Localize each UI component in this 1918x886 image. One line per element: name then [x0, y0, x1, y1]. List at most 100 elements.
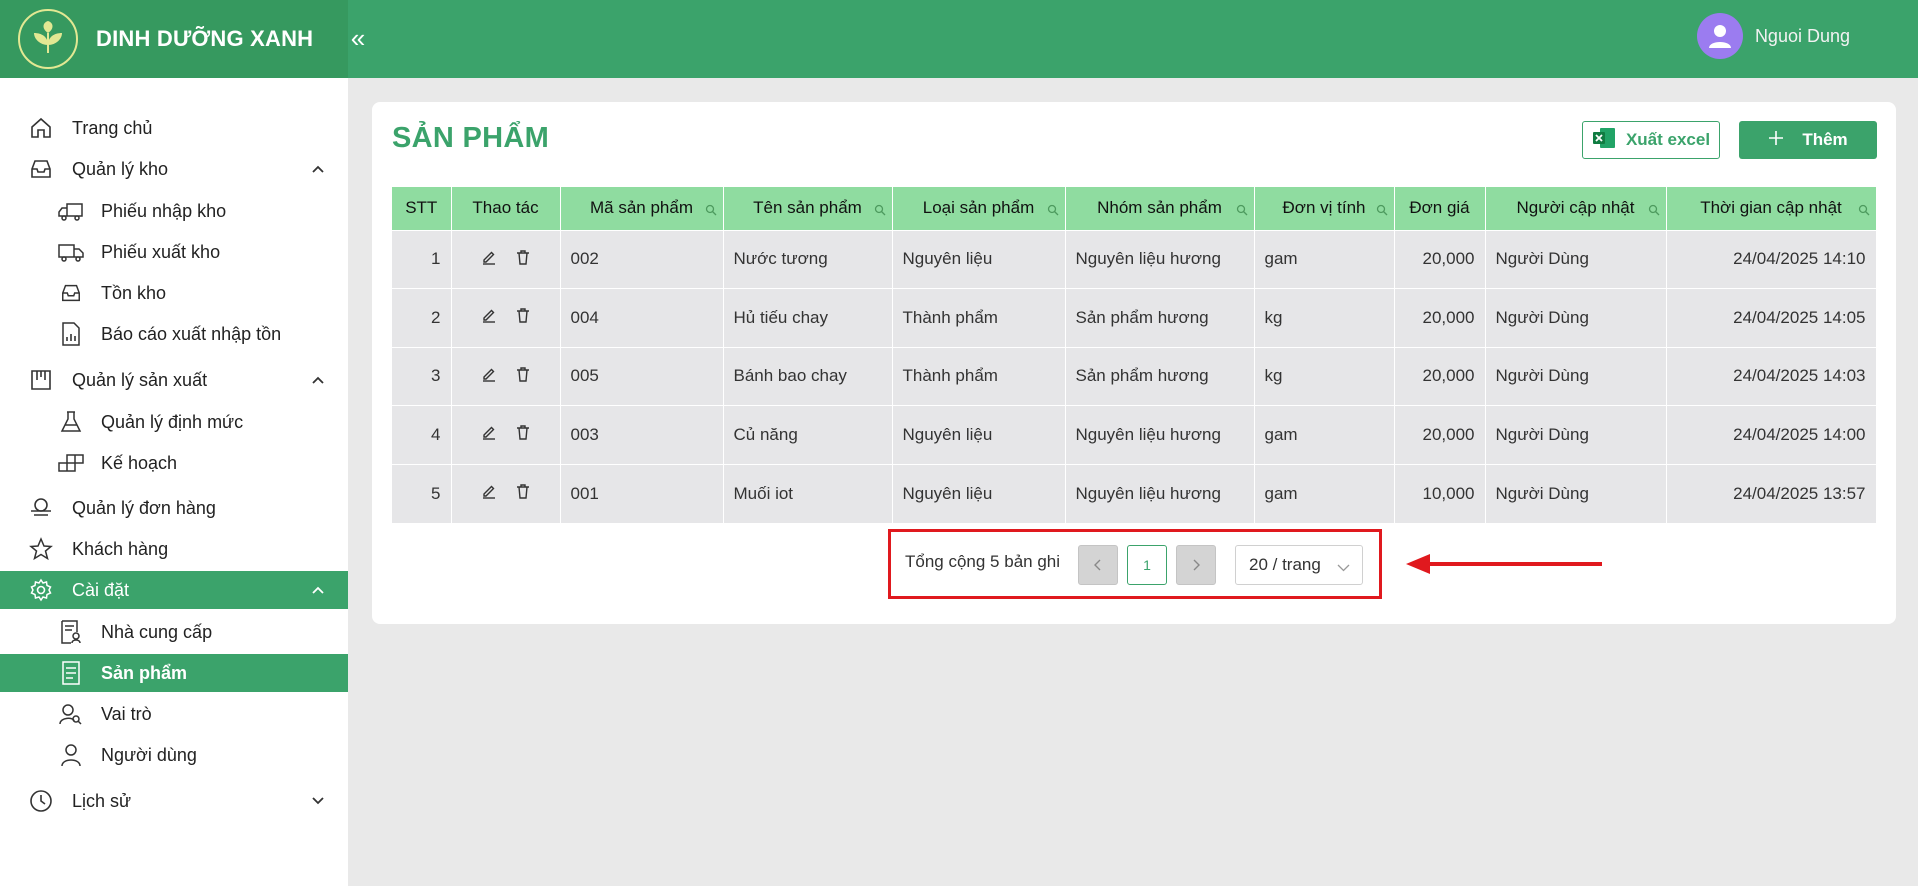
column-header-label: Tên sản phẩm: [753, 198, 862, 218]
sidebar-item-label: Phiếu xuất kho: [101, 241, 221, 262]
cell-type: Nguyên liệu: [892, 463, 1066, 523]
sidebar-item-history[interactable]: Lịch sử: [0, 782, 348, 820]
cell-code: 003: [560, 405, 724, 464]
sidebar-item-users[interactable]: Người dùng: [0, 736, 348, 774]
chevron-up-icon: [310, 582, 326, 598]
report-icon: [58, 321, 84, 347]
column-header-label: Thao tác: [472, 198, 539, 218]
gear-icon: [28, 577, 54, 603]
table-row: 1 002 Nước tương Nguyên liệu Nguyên liệu hươ…: [392, 229, 1877, 289]
annotation-arrow-icon: [1406, 554, 1602, 574]
cell-name: Muối iot: [723, 463, 893, 523]
sidebar-item-warehouse[interactable]: Quản lý kho: [0, 150, 348, 188]
delete-icon[interactable]: [515, 249, 531, 270]
cell-price: 20,000: [1394, 229, 1486, 289]
sidebar-item-customers[interactable]: Khách hàng: [0, 530, 348, 568]
sidebar-item-home[interactable]: Trang chủ: [0, 109, 348, 147]
edit-icon[interactable]: [481, 483, 497, 504]
page-size-select[interactable]: 20 / trang: [1235, 545, 1363, 585]
chevron-up-icon: [310, 372, 326, 388]
cell-updated-at: 24/04/2025 14:00: [1666, 405, 1877, 464]
column-header-label: Thời gian cập nhật: [1700, 198, 1842, 218]
edit-icon[interactable]: [481, 366, 497, 387]
cell-updated-at: 24/04/2025 13:57: [1666, 463, 1877, 523]
brand[interactable]: DINH DƯỠNG XANH: [0, 0, 348, 78]
cell-unit: gam: [1254, 463, 1395, 523]
cell-group: Nguyên liệu hương: [1065, 463, 1255, 523]
cell-type: Thành phẩm: [892, 288, 1066, 347]
export-excel-button[interactable]: Xuất excel: [1582, 121, 1720, 159]
sidebar-item-export-slip[interactable]: Phiếu xuất kho: [0, 233, 348, 271]
delete-icon[interactable]: [515, 424, 531, 445]
cell-updated-at: 24/04/2025 14:03: [1666, 346, 1877, 406]
cell-actions: [451, 405, 561, 464]
column-header-unit: Đơn vị tính: [1254, 187, 1395, 230]
sidebar-item-plan[interactable]: Kế hoạch: [0, 444, 348, 482]
search-icon[interactable]: [1236, 201, 1248, 216]
search-icon[interactable]: [705, 201, 717, 216]
cell-code: 004: [560, 288, 724, 347]
sidebar-item-suppliers[interactable]: Nhà cung cấp: [0, 613, 348, 651]
collapse-sidebar-button[interactable]: «: [348, 20, 368, 56]
cell-type: Thành phẩm: [892, 346, 1066, 406]
column-header-stt: STT: [392, 187, 452, 230]
column-header-price: Đơn giá: [1394, 187, 1486, 230]
sidebar-item-label: Tồn kho: [101, 282, 167, 303]
search-icon[interactable]: [1047, 201, 1059, 216]
cell-actions: [451, 463, 561, 523]
search-icon[interactable]: [1376, 201, 1388, 216]
cell-price: 20,000: [1394, 346, 1486, 406]
user-menu[interactable]: Nguoi Dung: [1696, 13, 1850, 59]
sidebar-item-products[interactable]: Sản phẩm: [0, 654, 348, 692]
flask-icon: [58, 409, 84, 435]
cell-code: 001: [560, 463, 724, 523]
sidebar-item-settings[interactable]: Cài đặt: [0, 571, 348, 609]
sidebar-item-orders[interactable]: Quản lý đơn hàng: [0, 489, 348, 527]
cell-stt: 5: [392, 463, 452, 523]
sidebar-item-stock[interactable]: Tồn kho: [0, 274, 348, 312]
cell-type: Nguyên liệu: [892, 229, 1066, 289]
sidebar-item-label: Quản lý kho: [72, 158, 169, 179]
cell-stt: 4: [392, 405, 452, 464]
cell-updated-at: 24/04/2025 14:10: [1666, 229, 1877, 289]
prev-page-button[interactable]: [1078, 545, 1118, 585]
sidebar-item-roles[interactable]: Vai trò: [0, 695, 348, 733]
cell-stt: 2: [392, 288, 452, 347]
sidebar-item-label: Cài đặt: [72, 579, 130, 600]
column-header-group: Nhóm sản phẩm: [1065, 187, 1255, 230]
column-header-updated-by: Người cập nhật: [1485, 187, 1667, 230]
add-product-button[interactable]: Thêm: [1739, 121, 1877, 159]
edit-icon[interactable]: [481, 424, 497, 445]
cell-name: Bánh bao chay: [723, 346, 893, 406]
delete-icon[interactable]: [515, 483, 531, 504]
search-icon[interactable]: [1858, 201, 1870, 216]
edit-icon[interactable]: [481, 307, 497, 328]
chevron-left-icon: [1094, 559, 1101, 571]
sidebar-item-production[interactable]: Quản lý sản xuất: [0, 361, 348, 399]
table-row: 2 004 Hủ tiếu chay Thành phẩm Sản phẩm hương…: [392, 288, 1877, 347]
export-excel-label: Xuất excel: [1625, 130, 1711, 149]
page-1-button[interactable]: 1: [1127, 545, 1167, 585]
cell-group: Nguyên liệu hương: [1065, 405, 1255, 464]
sidebar-item-label: Khách hàng: [72, 538, 169, 559]
cell-name: Nước tương: [723, 229, 893, 289]
cell-unit: gam: [1254, 229, 1395, 289]
inbox-icon: [28, 156, 54, 182]
sidebar-item-report[interactable]: Báo cáo xuất nhập tồn: [0, 315, 348, 353]
sidebar-item-label: Lịch sử: [72, 790, 132, 811]
cell-name: Củ năng: [723, 405, 893, 464]
sidebar-item-label: Sản phẩm: [101, 662, 188, 683]
sidebar-item-import-slip[interactable]: Phiếu nhập kho: [0, 192, 348, 230]
next-page-button[interactable]: [1176, 545, 1216, 585]
cell-updated-by: Người Dùng: [1485, 405, 1667, 464]
sidebar-item-norm[interactable]: Quản lý định mức: [0, 403, 348, 441]
edit-icon[interactable]: [481, 249, 497, 270]
leaf-logo-icon: [18, 9, 78, 69]
page-size-value: 20 / trang: [1249, 555, 1321, 574]
search-icon[interactable]: [874, 201, 886, 216]
delete-icon[interactable]: [515, 366, 531, 387]
cell-unit: kg: [1254, 346, 1395, 406]
cell-updated-by: Người Dùng: [1485, 346, 1667, 406]
search-icon[interactable]: [1648, 201, 1660, 216]
delete-icon[interactable]: [515, 307, 531, 328]
